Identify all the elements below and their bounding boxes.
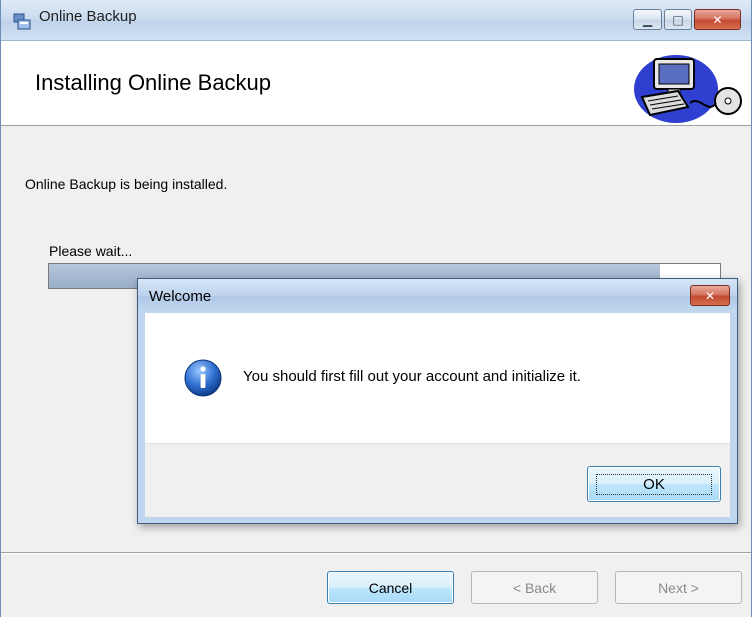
info-icon (184, 359, 222, 397)
title-bar[interactable]: Online Backup ▁ □ ✕ (1, 0, 751, 41)
dialog-content: You should first fill out your account a… (145, 313, 730, 517)
next-button[interactable]: Next > (615, 571, 742, 604)
back-button[interactable]: < Back (471, 571, 598, 604)
installer-app-icon (13, 13, 31, 30)
minimize-icon: ▁ (642, 12, 653, 27)
window-title: Online Backup (39, 8, 137, 25)
ok-button-label: OK (596, 473, 712, 495)
minimize-button[interactable]: ▁ (633, 9, 662, 30)
maximize-button[interactable]: □ (664, 9, 692, 30)
dialog-body: You should first fill out your account a… (145, 313, 730, 443)
dialog-footer: OK (145, 443, 730, 517)
progress-label: Please wait... (49, 243, 133, 259)
dialog-message: You should first fill out your account a… (243, 368, 581, 385)
close-button[interactable]: ✕ (694, 9, 741, 30)
dialog-close-button[interactable]: ✕ (690, 285, 730, 306)
wizard-header: Installing Online Backup (1, 41, 751, 126)
computer-cd-icon (634, 55, 742, 123)
dialog-title-bar[interactable]: Welcome ✕ (138, 279, 737, 313)
close-icon: ✕ (712, 12, 723, 27)
page-title: Installing Online Backup (35, 70, 272, 95)
install-status-text: Online Backup is being installed. (25, 176, 228, 192)
cancel-button[interactable]: Cancel (327, 571, 454, 604)
welcome-dialog: Welcome ✕ You should first fill out your… (137, 278, 738, 524)
ok-button[interactable]: OK (587, 466, 721, 502)
close-icon: ✕ (704, 288, 716, 303)
dialog-title: Welcome (149, 288, 212, 305)
maximize-icon: □ (672, 12, 684, 27)
footer-divider (1, 552, 751, 554)
